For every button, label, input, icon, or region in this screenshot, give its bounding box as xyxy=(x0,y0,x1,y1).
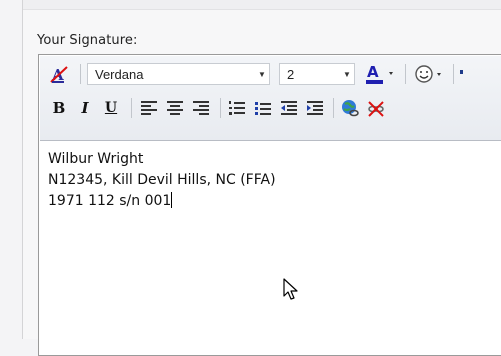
signature-panel: Your Signature: A Verdana ▼ 2 xyxy=(22,0,501,356)
emoticon-icon[interactable] xyxy=(413,62,447,86)
bullet-list-icon[interactable] xyxy=(252,97,274,119)
signature-line: N12345, Kill Devil Hills, NC (FFA) xyxy=(48,172,276,188)
toolbar-separator xyxy=(220,98,221,118)
remove-link-icon[interactable] xyxy=(365,97,387,119)
indent-icon[interactable] xyxy=(304,97,326,119)
chevron-down-icon: ▼ xyxy=(258,69,266,79)
outdent-icon[interactable] xyxy=(278,97,300,119)
bold-icon[interactable]: B xyxy=(48,97,70,119)
chevron-down-icon: ▼ xyxy=(343,69,351,79)
more-icon[interactable] xyxy=(458,66,466,80)
panel-top-strip xyxy=(23,0,501,10)
font-size-value: 2 xyxy=(287,66,295,82)
font-size-select[interactable]: 2 ▼ xyxy=(279,63,355,85)
toolbar-row-2: B I U xyxy=(40,94,501,122)
editor-toolbar: A Verdana ▼ 2 ▼ A xyxy=(40,56,501,141)
toolbar-separator xyxy=(405,64,406,84)
align-left-icon[interactable] xyxy=(138,97,160,119)
text-caret xyxy=(171,192,173,208)
toolbar-separator xyxy=(453,64,454,84)
italic-icon[interactable]: I xyxy=(74,97,96,119)
clear-formatting-icon[interactable]: A xyxy=(48,63,70,85)
signature-editor[interactable]: A Verdana ▼ 2 ▼ A xyxy=(38,54,501,356)
font-family-value: Verdana xyxy=(95,66,144,82)
align-center-icon[interactable] xyxy=(164,97,186,119)
numbered-list-icon[interactable] xyxy=(226,97,248,119)
signature-line: Wilbur Wright xyxy=(48,151,144,167)
toolbar-separator xyxy=(131,98,132,118)
insert-link-icon[interactable] xyxy=(339,97,361,119)
align-right-icon[interactable] xyxy=(190,97,212,119)
toolbar-separator xyxy=(333,98,334,118)
toolbar-row-1: A Verdana ▼ 2 ▼ A xyxy=(40,60,501,88)
font-family-select[interactable]: Verdana ▼ xyxy=(87,63,270,85)
toolbar-separator xyxy=(80,64,81,84)
svg-text:A: A xyxy=(367,63,379,81)
signature-line: 1971 112 s/n 001 xyxy=(48,193,172,209)
mouse-pointer-icon xyxy=(283,278,299,306)
signature-label: Your Signature: xyxy=(37,33,138,48)
signature-text[interactable]: Wilbur Wright N12345, Kill Devil Hills, … xyxy=(48,149,501,212)
font-color-icon[interactable]: A xyxy=(364,62,398,86)
underline-icon[interactable]: U xyxy=(100,97,122,119)
